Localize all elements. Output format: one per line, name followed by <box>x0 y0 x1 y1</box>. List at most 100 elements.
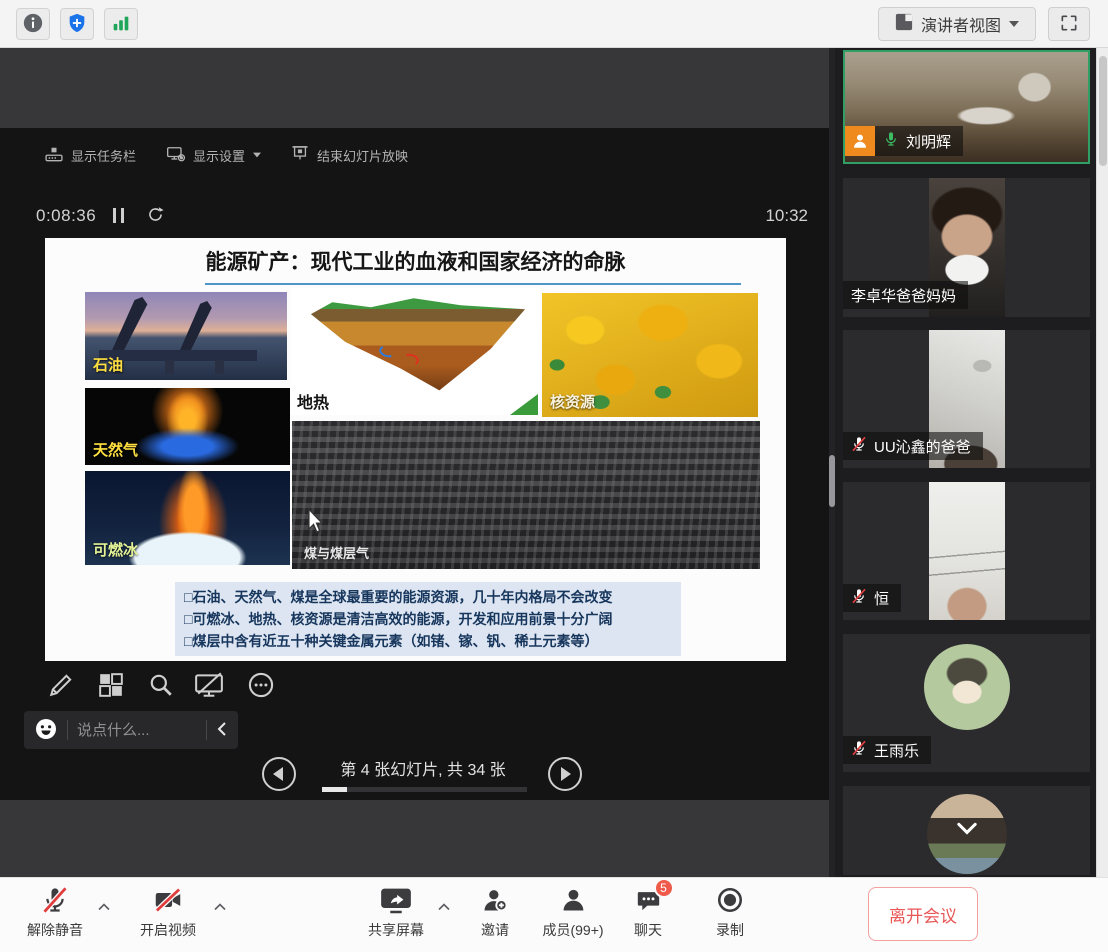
pen-tool-button[interactable] <box>42 667 80 705</box>
collapse-chat-button[interactable] <box>216 721 228 740</box>
chevron-left-icon <box>216 721 228 740</box>
record-button[interactable]: 录制 <box>716 885 744 940</box>
share-screen-button[interactable]: 共享屏幕 <box>368 885 424 940</box>
pause-timer-button[interactable] <box>113 208 124 223</box>
end-slideshow-button[interactable]: 结束幻灯片放映 <box>290 141 408 169</box>
bullet-line: □石油、天然气、煤是全球最重要的能源资源，几十年内格局不会改变 <box>184 586 672 608</box>
participant-name: 李卓华爸爸妈妈 <box>851 285 956 306</box>
coal-image: 煤与煤层气 <box>292 421 760 569</box>
participant-tile[interactable]: 恒 <box>843 482 1090 620</box>
chevron-down-icon <box>1009 21 1019 27</box>
chat-bubble-icon: 5 <box>635 885 662 915</box>
view-mode-button[interactable]: 演讲者视图 <box>878 7 1036 41</box>
unmute-button[interactable]: 解除静音 <box>27 885 83 940</box>
mic-muted-icon <box>851 740 867 760</box>
magnifier-button[interactable] <box>142 667 180 705</box>
elapsed-timer: 0:08:36 <box>36 206 96 226</box>
slide-panel-button[interactable] <box>92 667 130 705</box>
more-tools-button[interactable] <box>242 667 280 705</box>
participant-name-tag: 刘明辉 <box>845 126 963 156</box>
members-label: 成员(99+) <box>542 920 603 940</box>
participant-name: UU沁鑫的爸爸 <box>874 436 971 457</box>
emoji-button[interactable] <box>34 717 58 744</box>
display-settings-button[interactable]: 显示设置 <box>166 141 262 169</box>
participant-name: 王雨乐 <box>874 740 919 761</box>
natural-gas-image: 天然气 <box>85 388 290 465</box>
black-screen-button[interactable] <box>190 667 228 705</box>
ellipsis-icon <box>247 671 275 702</box>
bullet-line: □可燃冰、地热、核资源是清洁高效的能源，开发和应用前景十分广阔 <box>184 608 672 630</box>
video-options-caret[interactable] <box>212 900 228 914</box>
combustible-ice-image: 可燃冰 <box>85 471 290 565</box>
mouse-cursor <box>307 508 324 538</box>
bullet-line: □煤层中含有近五十种关键金属元素（如锗、镓、钒、稀土元素等） <box>184 630 672 652</box>
participant-tile[interactable]: 王雨乐 <box>843 634 1090 772</box>
slide: 能源矿产：现代工业的血液和国家经济的命脉 石油 地热 核资源 天然气 可燃冰 煤… <box>45 238 786 661</box>
geothermal-image: 地热 <box>291 288 540 415</box>
chat-unread-badge: 5 <box>654 878 674 898</box>
participant-tile[interactable]: UU沁鑫的爸爸 <box>843 330 1090 468</box>
person-icon <box>559 885 587 915</box>
leave-meeting-button[interactable]: 离开会议 <box>868 887 978 941</box>
nuclear-image: 核资源 <box>542 293 758 417</box>
fullscreen-button[interactable] <box>1048 7 1090 41</box>
share-screen-label: 共享屏幕 <box>368 920 424 940</box>
divider <box>67 720 68 740</box>
chat-label: 聊天 <box>634 920 662 940</box>
participant-tile[interactable] <box>843 786 1090 875</box>
mic-muted-icon <box>851 436 867 456</box>
mic-muted-icon <box>851 588 867 608</box>
chat-button[interactable]: 5 聊天 <box>634 885 662 940</box>
audio-options-caret[interactable] <box>96 900 112 914</box>
divider <box>206 720 207 740</box>
start-video-button[interactable]: 开启视频 <box>140 885 196 940</box>
combustible-ice-label: 可燃冰 <box>93 539 138 560</box>
layout-icon <box>895 13 913 36</box>
members-button[interactable]: 成员(99+) <box>542 885 603 940</box>
previous-slide-button[interactable] <box>262 757 296 791</box>
meeting-controls: 解除静音 开启视频 共享屏幕 邀请 <box>0 877 1108 952</box>
chat-input[interactable] <box>77 722 197 739</box>
end-slideshow-icon <box>290 144 310 167</box>
security-shield-button[interactable] <box>60 8 94 40</box>
scrollbar-handle[interactable] <box>1099 56 1107 166</box>
slide-bullets: □石油、天然气、煤是全球最重要的能源资源，几十年内格局不会改变 □可燃冰、地热、… <box>175 582 681 656</box>
coal-label: 煤与煤层气 <box>304 543 369 562</box>
share-screen-icon <box>380 885 412 915</box>
info-icon <box>22 12 44 37</box>
chevron-down-icon <box>956 824 978 839</box>
record-icon <box>716 885 744 915</box>
invite-button[interactable]: 邀请 <box>481 885 509 940</box>
pen-icon <box>48 672 74 701</box>
participant-tile[interactable]: 李卓华爸爸妈妈 <box>843 178 1090 317</box>
network-stats-button[interactable] <box>104 8 138 40</box>
mic-on-icon <box>883 131 899 151</box>
slide-progress-bar <box>322 787 527 792</box>
top-bar: 演讲者视图 <box>0 0 1108 48</box>
nuclear-label: 核资源 <box>550 391 595 412</box>
scroll-down-button[interactable] <box>956 822 978 839</box>
share-options-caret[interactable] <box>436 900 452 914</box>
invite-person-icon <box>481 885 509 915</box>
info-button[interactable] <box>16 8 50 40</box>
reset-timer-button[interactable] <box>146 205 165 227</box>
meeting-window: 演讲者视图 显示任务栏 显示设置 结束幻灯片放映 0:08:36 <box>0 0 1108 952</box>
end-slideshow-label: 结束幻灯片放映 <box>317 146 408 165</box>
participants-sidebar: 刘明辉 李卓华爸爸妈妈 UU沁鑫的爸爸 <box>835 48 1096 877</box>
record-label: 录制 <box>716 920 744 940</box>
natural-gas-label: 天然气 <box>93 439 138 460</box>
tiles-icon <box>98 672 124 701</box>
taskbar-icon <box>44 144 64 167</box>
window-scrollbar[interactable] <box>1096 48 1108 877</box>
slide-progress-fill <box>322 787 347 792</box>
unmute-label: 解除静音 <box>27 920 83 940</box>
slide-title: 能源矿产：现代工业的血液和国家经济的命脉 <box>45 246 786 276</box>
show-taskbar-button[interactable]: 显示任务栏 <box>44 141 136 169</box>
participant-tile[interactable]: 刘明辉 <box>843 50 1090 164</box>
screen-slash-icon <box>194 672 224 701</box>
mic-muted-icon <box>41 885 69 915</box>
participant-name: 恒 <box>874 588 889 609</box>
title-underline <box>205 283 741 285</box>
fullscreen-icon <box>1059 13 1079 36</box>
next-slide-button[interactable] <box>548 757 582 791</box>
